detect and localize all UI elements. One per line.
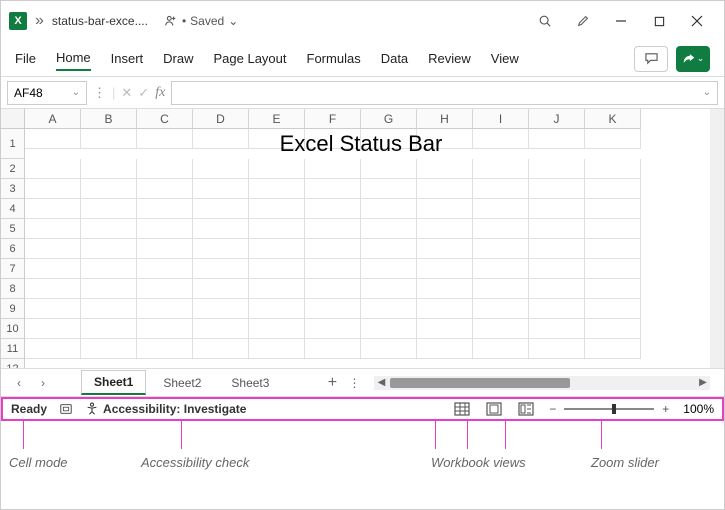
sheet-menu-icon[interactable]: ⋮ (348, 376, 364, 390)
row-header[interactable]: 4 (1, 199, 25, 219)
col-header[interactable]: D (193, 109, 249, 129)
tab-page-layout[interactable]: Page Layout (214, 47, 287, 70)
cells[interactable] (25, 129, 641, 359)
close-icon[interactable] (678, 2, 716, 40)
chevron-down-icon: ⌄ (72, 87, 80, 98)
col-header[interactable]: G (361, 109, 417, 129)
saved-chevron-icon: ⌄ (228, 14, 238, 28)
select-all-corner[interactable] (1, 109, 25, 129)
share-person-icon (164, 14, 178, 28)
confirm-check-icon[interactable]: ✓ (138, 85, 149, 101)
col-header[interactable]: J (529, 109, 585, 129)
spreadsheet-grid[interactable]: A B C D E F G H I J K 1 2 3 4 5 6 7 8 9 … (1, 109, 724, 369)
row-header[interactable]: 8 (1, 279, 25, 299)
column-headers: A B C D E F G H I J K (25, 109, 641, 129)
col-header[interactable]: F (305, 109, 361, 129)
row-header[interactable]: 11 (1, 339, 25, 359)
row-headers: 1 2 3 4 5 6 7 8 9 10 11 12 (1, 129, 25, 369)
zoom-slider[interactable]: − + (549, 402, 669, 416)
minimize-icon[interactable] (602, 2, 640, 40)
saved-label: Saved (190, 14, 224, 28)
row-header[interactable]: 6 (1, 239, 25, 259)
tab-review[interactable]: Review (428, 47, 471, 70)
sheet-tab[interactable]: Sheet1 (81, 370, 146, 395)
horizontal-scrollbar[interactable]: ◀ ▶ (374, 376, 710, 390)
col-header[interactable]: A (25, 109, 81, 129)
excel-app-icon[interactable]: X (9, 12, 27, 30)
col-header[interactable]: H (417, 109, 473, 129)
fx-icon[interactable]: fx (155, 85, 165, 101)
cancel-x-icon[interactable]: ✕ (121, 85, 132, 101)
pen-icon[interactable] (564, 2, 602, 40)
vertical-scrollbar[interactable] (710, 109, 724, 369)
tab-view[interactable]: View (491, 47, 519, 70)
tab-data[interactable]: Data (381, 47, 408, 70)
add-sheet-button[interactable]: + (320, 374, 344, 392)
status-bar: Ready Accessibility: Investigate − + 100… (1, 397, 724, 421)
tab-home[interactable]: Home (56, 46, 91, 71)
zoom-out-button[interactable]: − (549, 402, 556, 416)
page-break-view-icon[interactable] (517, 401, 535, 417)
callout-zoom-slider: Zoom slider (591, 455, 659, 470)
row-header[interactable]: 3 (1, 179, 25, 199)
name-box[interactable]: AF48 ⌄ (7, 81, 87, 105)
tab-draw[interactable]: Draw (163, 47, 193, 70)
zoom-track[interactable] (564, 408, 654, 410)
maximize-icon[interactable] (640, 2, 678, 40)
title-bar: X » status-bar-exce.... • Saved ⌄ (1, 1, 724, 41)
row-header[interactable]: 10 (1, 319, 25, 339)
row-header[interactable]: 9 (1, 299, 25, 319)
sheet-tab[interactable]: Sheet3 (218, 371, 282, 395)
share-button[interactable]: ⌄ (676, 46, 710, 72)
zoom-value[interactable]: 100% (683, 402, 714, 416)
annotations: Cell mode Accessibility check Workbook v… (1, 421, 724, 481)
formula-input[interactable]: ⌄ (171, 81, 718, 105)
ribbon-tabs: File Home Insert Draw Page Layout Formul… (1, 41, 724, 77)
tab-file[interactable]: File (15, 47, 36, 70)
chevron-down-icon: ⌄ (703, 87, 711, 98)
tab-insert[interactable]: Insert (111, 47, 144, 70)
row-header[interactable]: 1 (1, 129, 25, 159)
scroll-right-icon[interactable]: ▶ (696, 377, 710, 388)
sheet-tab[interactable]: Sheet2 (150, 371, 214, 395)
col-header[interactable]: C (137, 109, 193, 129)
saved-bullet: • (182, 14, 186, 28)
callout-cell-mode: Cell mode (9, 455, 68, 470)
cell-mode-indicator[interactable]: Ready (11, 402, 47, 416)
col-header[interactable]: E (249, 109, 305, 129)
zoom-in-button[interactable]: + (662, 402, 669, 416)
comments-button[interactable] (634, 46, 668, 72)
col-header[interactable]: I (473, 109, 529, 129)
sheet-prev-icon[interactable]: ‹ (9, 373, 29, 393)
sheet-next-icon[interactable]: › (33, 373, 53, 393)
normal-view-icon[interactable] (453, 401, 471, 417)
autosave-status[interactable]: • Saved ⌄ (164, 14, 238, 28)
scroll-left-icon[interactable]: ◀ (374, 377, 388, 388)
row-header[interactable]: 12 (1, 359, 25, 369)
tab-formulas[interactable]: Formulas (307, 47, 361, 70)
row-header[interactable]: 2 (1, 159, 25, 179)
macro-record-icon[interactable] (59, 402, 73, 416)
col-header[interactable]: K (585, 109, 641, 129)
callout-accessibility: Accessibility check (141, 455, 249, 470)
qat-chevron-icon[interactable]: » (35, 12, 44, 30)
search-icon[interactable] (526, 2, 564, 40)
sheet-tab-bar: ‹ › Sheet1 Sheet2 Sheet3 + ⋮ ◀ ▶ (1, 369, 724, 397)
menu-dots-icon[interactable]: ⋮ (93, 85, 106, 101)
accessibility-status[interactable]: Accessibility: Investigate (85, 402, 246, 416)
zoom-thumb[interactable] (612, 404, 616, 414)
row-header[interactable]: 7 (1, 259, 25, 279)
scroll-thumb[interactable] (390, 378, 570, 388)
accessibility-icon (85, 402, 99, 416)
row-header[interactable]: 5 (1, 219, 25, 239)
col-header[interactable]: B (81, 109, 137, 129)
formula-bar: AF48 ⌄ ⋮ | ✕ ✓ fx ⌄ (1, 77, 724, 109)
name-box-value: AF48 (14, 86, 43, 100)
document-filename[interactable]: status-bar-exce.... (52, 14, 148, 28)
page-layout-view-icon[interactable] (485, 401, 503, 417)
callout-workbook-views: Workbook views (431, 455, 526, 470)
accessibility-label: Accessibility: Investigate (103, 402, 246, 416)
